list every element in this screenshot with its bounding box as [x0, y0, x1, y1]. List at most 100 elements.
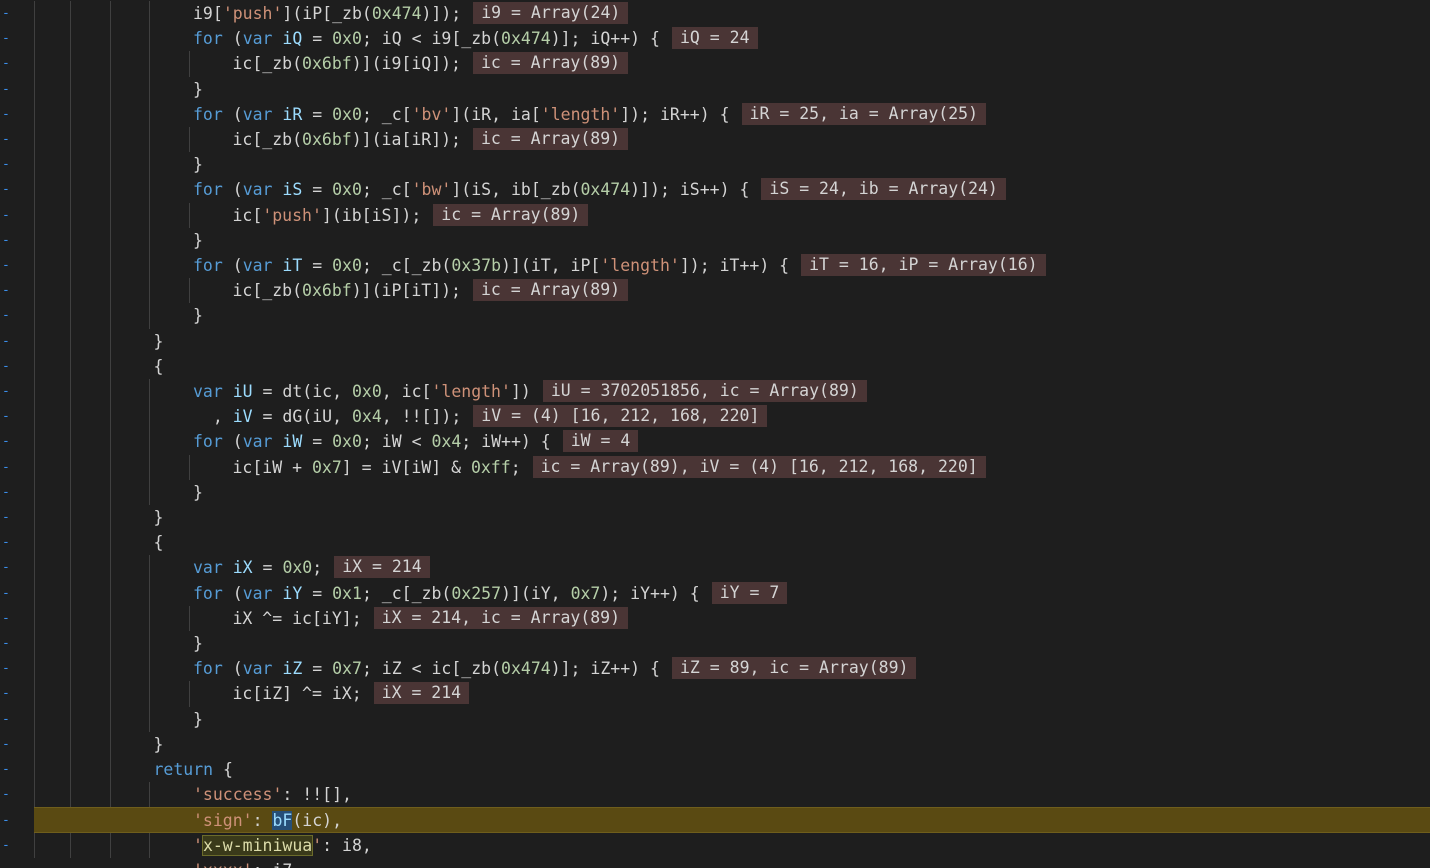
code-line[interactable]: -}: [0, 732, 1430, 757]
code-text[interactable]: for (var iT = 0x0; _c[_zb(0x37b)](iT, iP…: [193, 253, 1046, 278]
fold-marker-icon[interactable]: -: [2, 26, 12, 51]
inline-debug-value[interactable]: iX = 214, ic = Array(89): [373, 606, 629, 629]
fold-marker-icon[interactable]: -: [2, 152, 12, 177]
inline-debug-value[interactable]: iT = 16, iP = Array(16): [801, 254, 1046, 276]
code-line[interactable]: - iX ^= ic[iY]; iX = 214, ic = Array(89): [0, 606, 1430, 631]
fold-marker-icon[interactable]: -: [2, 732, 12, 757]
fold-marker-icon[interactable]: -: [2, 354, 12, 379]
code-text[interactable]: }: [193, 152, 203, 177]
inline-debug-value[interactable]: i9 = Array(24): [473, 2, 629, 24]
code-text[interactable]: ic[iW + 0x7] = iV[iW] & 0xff; ic = Array(…: [233, 455, 986, 480]
code-line[interactable]: - 'success': !![],: [0, 782, 1430, 807]
code-line[interactable]: -}: [0, 505, 1430, 530]
code-line[interactable]: -}: [0, 228, 1430, 253]
code-text[interactable]: ic[_zb(0x6bf)](i9[iQ]); ic = Array(89): [233, 51, 629, 76]
code-text[interactable]: for (var iS = 0x0; _c['bw'](iS, ib[_zb(0…: [193, 177, 1006, 202]
fold-marker-icon[interactable]: -: [2, 1, 12, 26]
fold-marker-icon[interactable]: -: [2, 530, 12, 555]
code-text[interactable]: }: [193, 228, 203, 253]
code-line[interactable]: - var iX = 0x0; iX = 214: [0, 555, 1430, 580]
inline-debug-value[interactable]: iQ = 24: [671, 27, 758, 50]
code-line[interactable]: -}: [0, 329, 1430, 354]
inline-debug-value[interactable]: iS = 24, ib = Array(24): [761, 178, 1006, 201]
code-text[interactable]: ic[_zb(0x6bf)](iP[iT]); ic = Array(89): [233, 278, 629, 303]
code-line[interactable]: - for (var iT = 0x0; _c[_zb(0x37b)](iT, i…: [0, 253, 1430, 278]
code-line[interactable]: - , iV = dG(iU, 0x4, !![]); iV = (4) [16,…: [0, 404, 1430, 429]
fold-marker-icon[interactable]: -: [2, 455, 12, 480]
inline-debug-value[interactable]: iV = (4) [16, 212, 168, 220]: [473, 405, 768, 428]
code-text[interactable]: , iV = dG(iU, 0x4, !![]); iV = (4) [16, 2…: [193, 404, 768, 429]
code-text[interactable]: var iU = dt(ic, 0x0, ic['length']) iU = 3…: [193, 379, 867, 404]
code-text[interactable]: i9['push'](iP[_zb(0x474)]); i9 = Array(24…: [193, 1, 629, 26]
fold-marker-icon[interactable]: -: [2, 329, 12, 354]
code-text[interactable]: }: [193, 77, 203, 102]
fold-marker-icon[interactable]: -: [2, 656, 12, 681]
code-text[interactable]: for (var iQ = 0x0; iQ < i9[_zb(0x474)]; …: [193, 26, 758, 51]
code-text[interactable]: for (var iR = 0x0; _c['bv'](iR, ia['leng…: [193, 102, 987, 127]
fold-marker-icon[interactable]: -: [2, 581, 12, 606]
code-line[interactable]: - return {: [0, 757, 1430, 782]
code-text[interactable]: for (var iW = 0x0; iW < 0x4; iW++) {iW =…: [193, 429, 639, 454]
code-line[interactable]: -'x-w-miniwua': i8,: [0, 833, 1430, 858]
code-line[interactable]: -}: [0, 303, 1430, 328]
code-line[interactable]: - for (var iW = 0x0; iW < 0x4; iW++) {iW …: [0, 429, 1430, 454]
fold-marker-icon[interactable]: -: [2, 303, 12, 328]
inline-debug-value[interactable]: iZ = 89, ic = Array(89): [671, 657, 917, 680]
inline-debug-value[interactable]: ic = Array(89): [433, 203, 589, 226]
fold-marker-icon[interactable]: -: [2, 858, 12, 868]
fold-marker-icon[interactable]: -: [2, 429, 12, 454]
current-line[interactable]: - 'sign': bF(ic),: [2, 807, 1430, 833]
fold-marker-icon[interactable]: -: [2, 606, 12, 631]
code-line[interactable]: - for (var iQ = 0x0; iQ < i9[_zb(0x474)];…: [0, 26, 1430, 51]
inline-debug-value[interactable]: iX = 214: [373, 682, 470, 705]
code-editor[interactable]: - i9['push'](iP[_zb(0x474)]); i9 = Array(2…: [0, 0, 1430, 868]
code-line[interactable]: -{: [0, 530, 1430, 555]
code-text[interactable]: for (var iY = 0x1; _c[_zb(0x257)](iY, 0x…: [193, 581, 788, 606]
inline-debug-value[interactable]: iY = 7: [711, 581, 788, 604]
code-text[interactable]: 'success': !![],: [193, 782, 352, 807]
code-text[interactable]: ic['push'](ib[iS]); ic = Array(89): [233, 203, 589, 228]
code-line[interactable]: - 'xxxx': i7: [0, 858, 1430, 868]
code-text[interactable]: for (var iZ = 0x7; iZ < ic[_zb(0x474)]; …: [193, 656, 917, 681]
code-line[interactable]: - ic[iW + 0x7] = iV[iW] & 0xff; ic = Array…: [0, 455, 1430, 480]
code-line[interactable]: - ic['push'](ib[iS]); ic = Array(89): [0, 203, 1430, 228]
fold-marker-icon[interactable]: -: [2, 177, 12, 202]
code-line[interactable]: - ic[_zb(0x6bf)](ia[iR]); ic = Array(89): [0, 127, 1430, 152]
code-line[interactable]: - for (var iY = 0x1; _c[_zb(0x257)](iY, 0…: [0, 581, 1430, 606]
fold-marker-icon[interactable]: -: [2, 203, 12, 228]
fold-marker-icon[interactable]: -: [2, 808, 12, 833]
fold-marker-icon[interactable]: -: [2, 681, 12, 706]
code-text[interactable]: }: [154, 329, 164, 354]
code-text[interactable]: }: [193, 480, 203, 505]
code-text[interactable]: ic[_zb(0x6bf)](ia[iR]); ic = Array(89): [233, 127, 629, 152]
fold-marker-icon[interactable]: -: [2, 379, 12, 404]
code-text[interactable]: {: [154, 354, 164, 379]
code-line[interactable]: -}: [0, 77, 1430, 102]
code-text[interactable]: 'sign': bF(ic),: [193, 808, 342, 833]
code-line[interactable]: - for (var iZ = 0x7; iZ < ic[_zb(0x474)];…: [0, 656, 1430, 681]
fold-marker-icon[interactable]: -: [2, 782, 12, 807]
fold-marker-icon[interactable]: -: [2, 51, 12, 76]
inline-debug-value[interactable]: ic = Array(89), iV = (4) [16, 212, 168, …: [532, 455, 986, 478]
fold-marker-icon[interactable]: -: [2, 278, 12, 303]
fold-marker-icon[interactable]: -: [2, 757, 12, 782]
fold-marker-icon[interactable]: -: [2, 77, 12, 102]
code-line[interactable]: -}: [0, 631, 1430, 656]
code-text[interactable]: iX ^= ic[iY]; iX = 214, ic = Array(89): [233, 606, 629, 631]
code-line[interactable]: - var iU = dt(ic, 0x0, ic['length']) iU = …: [0, 379, 1430, 404]
code-line[interactable]: - for (var iR = 0x0; _c['bv'](iR, ia['len…: [0, 102, 1430, 127]
code-line[interactable]: -}: [0, 480, 1430, 505]
fold-marker-icon[interactable]: -: [2, 505, 12, 530]
code-line[interactable]: -}: [0, 707, 1430, 732]
code-text[interactable]: 'x-w-miniwua': i8,: [193, 833, 372, 858]
fold-marker-icon[interactable]: -: [2, 480, 12, 505]
fold-marker-icon[interactable]: -: [2, 707, 12, 732]
code-line[interactable]: - ic[_zb(0x6bf)](iP[iT]); ic = Array(89): [0, 278, 1430, 303]
fold-marker-icon[interactable]: -: [2, 404, 12, 429]
inline-debug-value[interactable]: iU = 3702051856, ic = Array(89): [542, 380, 867, 402]
code-text[interactable]: 'xxxx': i7: [193, 858, 292, 868]
fold-marker-icon[interactable]: -: [2, 631, 12, 656]
fold-marker-icon[interactable]: -: [2, 555, 12, 580]
code-line[interactable]: - ic[_zb(0x6bf)](i9[iQ]); ic = Array(89): [0, 51, 1430, 76]
code-line[interactable]: - ic[iZ] ^= iX; iX = 214: [0, 681, 1430, 706]
